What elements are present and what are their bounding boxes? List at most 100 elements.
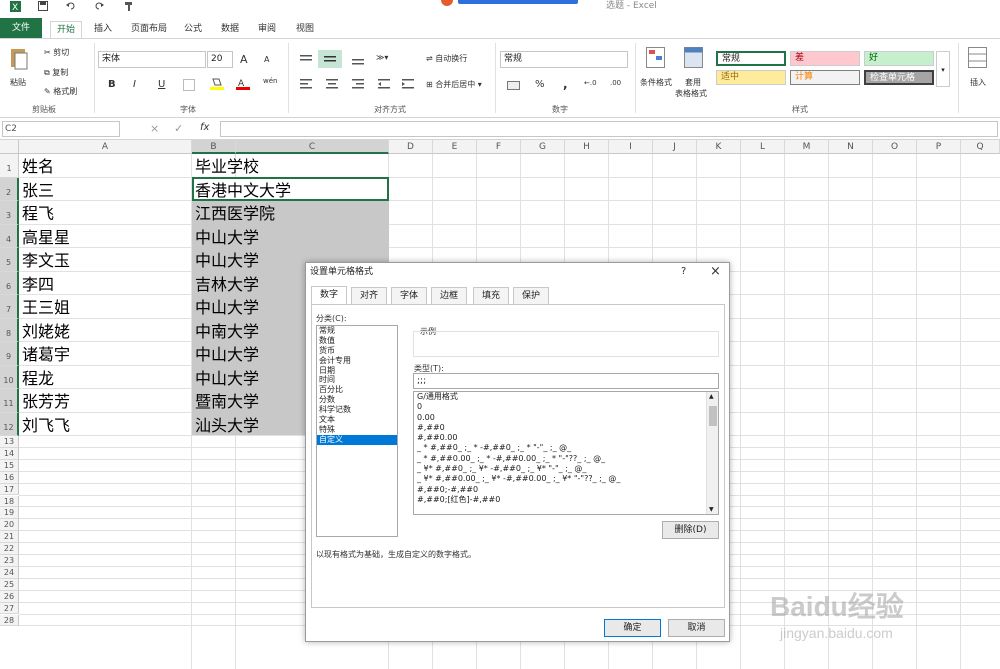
decrease-indent-icon[interactable] <box>378 79 390 92</box>
row-header-5[interactable]: 5 <box>0 248 19 272</box>
orientation-icon[interactable]: ≫▾ <box>376 53 388 62</box>
redo-icon[interactable] <box>92 0 106 12</box>
paste-button[interactable]: 粘贴 <box>10 77 26 88</box>
format-table-label-2[interactable]: 表格格式 <box>675 88 707 99</box>
insert-function-button[interactable]: fx <box>200 122 209 133</box>
column-header-c[interactable]: C <box>236 140 389 154</box>
italic-button[interactable]: I <box>133 79 136 90</box>
cell-school[interactable]: 香港中文大学 <box>195 179 291 202</box>
scroll-down-icon[interactable]: ▼ <box>709 506 714 513</box>
dialog-tab-border[interactable]: 边框 <box>431 287 468 304</box>
dialog-tab-number[interactable]: 数字 <box>311 286 348 305</box>
brush-icon[interactable] <box>122 0 136 12</box>
format-painter-button[interactable]: ✎ 格式刷 <box>44 86 77 97</box>
cell-name[interactable]: 张芳芳 <box>22 390 70 413</box>
category-item[interactable]: 会计专用 <box>317 356 397 366</box>
format-item[interactable]: 0.00 <box>414 413 718 423</box>
font-name-select[interactable]: 宋体 <box>98 51 206 68</box>
dialog-tab-protection[interactable]: 保护 <box>513 287 550 304</box>
cell-school[interactable]: 中山大学 <box>195 367 259 390</box>
font-color-icon[interactable]: A <box>236 77 250 94</box>
category-item[interactable]: 文本 <box>317 415 397 425</box>
category-item[interactable]: 时间 <box>317 375 397 385</box>
row-header-23[interactable]: 23 <box>0 555 19 567</box>
category-item[interactable]: 百分比 <box>317 385 397 395</box>
styles-more-icon[interactable]: ▾ <box>936 51 950 87</box>
category-item[interactable]: 分数 <box>317 395 397 405</box>
format-list[interactable]: G/通用格式 0 0.00 #,##0 #,##0.00 _ * #,##0_ ;_ * … <box>413 391 719 515</box>
format-item[interactable]: #,##0;[红色]-#,##0 <box>414 495 718 505</box>
tab-file[interactable]: 文件 <box>0 18 42 38</box>
undo-icon[interactable] <box>64 0 78 12</box>
font-size-select[interactable]: 20 <box>207 51 233 68</box>
cell-name[interactable]: 李文玉 <box>22 249 70 272</box>
close-dialog-button[interactable]: × <box>710 264 721 279</box>
cell-name[interactable]: 李四 <box>22 273 54 296</box>
cancel-button[interactable]: 取消 <box>668 619 725 637</box>
align-center-icon[interactable] <box>326 79 338 92</box>
row-header-20[interactable]: 20 <box>0 519 19 532</box>
row-header-14[interactable]: 14 <box>0 447 19 460</box>
tab-data[interactable]: 数据 <box>215 21 245 38</box>
formula-input[interactable] <box>220 121 998 137</box>
format-item[interactable]: _ * #,##0.00_ ;_ * -#,##0.00_ ;_ * "-"??… <box>414 454 718 464</box>
paste-icon[interactable] <box>8 47 30 71</box>
format-item[interactable]: _ ¥* #,##0_ ;_ ¥* -#,##0_ ;_ ¥* "-"_ ;_ … <box>414 464 718 474</box>
row-header-21[interactable]: 21 <box>0 531 19 544</box>
number-format-select[interactable]: 常规 <box>500 51 628 68</box>
align-top-icon[interactable] <box>300 55 312 68</box>
tab-review[interactable]: 审阅 <box>252 21 282 38</box>
format-table-label[interactable]: 套用 <box>685 77 701 88</box>
dialog-tab-alignment[interactable]: 对齐 <box>351 287 388 304</box>
cell-school[interactable]: 中南大学 <box>195 320 259 343</box>
format-item[interactable]: #,##0;-#,##0 <box>414 485 718 495</box>
cell-name[interactable]: 程飞 <box>22 202 54 225</box>
row-header-16[interactable]: 16 <box>0 471 19 484</box>
category-item[interactable]: 自定义 <box>317 434 397 445</box>
tab-page-layout[interactable]: 页面布局 <box>125 21 173 38</box>
row-header-13[interactable]: 13 <box>0 436 19 448</box>
insert-cells-icon[interactable] <box>968 47 988 72</box>
cell-name[interactable]: 刘姥姥 <box>22 320 70 343</box>
align-middle-button[interactable] <box>318 50 342 68</box>
row-header-11[interactable]: 11 <box>0 389 19 413</box>
style-check-cell[interactable]: 检查单元格 <box>864 70 934 85</box>
column-header-d[interactable]: D <box>389 140 433 154</box>
phonetic-button[interactable]: wén <box>263 77 277 85</box>
tab-formulas[interactable]: 公式 <box>178 21 208 38</box>
category-list[interactable]: 常规 数值 货币 会计专用 日期 时间 百分比 分数 科学记数 文本 特殊 自定义 <box>316 325 398 537</box>
fill-color-icon[interactable] <box>210 77 224 94</box>
row-header-1[interactable]: 1 <box>0 154 19 178</box>
underline-button[interactable]: U <box>158 79 165 90</box>
column-header-q[interactable]: Q <box>961 140 1000 154</box>
category-item[interactable]: 特殊 <box>317 425 397 435</box>
row-header-28[interactable]: 28 <box>0 614 19 627</box>
row-header-9[interactable]: 9 <box>0 342 19 366</box>
conditional-format-button[interactable]: 条件格式 <box>640 77 672 88</box>
increase-decimal-button[interactable]: ←.0 <box>584 79 597 87</box>
format-item[interactable]: G/通用格式 <box>414 392 718 402</box>
grow-font-button[interactable]: A <box>240 53 248 66</box>
align-right-icon[interactable] <box>352 79 364 92</box>
format-item[interactable]: #,##0.00 <box>414 433 718 443</box>
row-header-12[interactable]: 12 <box>0 412 19 436</box>
align-left-icon[interactable] <box>300 79 312 92</box>
row-header-15[interactable]: 15 <box>0 459 19 472</box>
row-header-10[interactable]: 10 <box>0 365 19 389</box>
style-neutral[interactable]: 适中 <box>716 70 786 85</box>
align-bottom-icon[interactable] <box>352 55 364 68</box>
column-header-h[interactable]: H <box>565 140 609 154</box>
format-item[interactable]: 0 <box>414 402 718 412</box>
format-item[interactable]: #,##0 <box>414 423 718 433</box>
row-header-22[interactable]: 22 <box>0 543 19 555</box>
cell-school[interactable]: 暨南大学 <box>195 390 259 413</box>
comma-button[interactable]: , <box>563 77 568 91</box>
column-header-a[interactable]: A <box>19 140 192 154</box>
currency-icon[interactable] <box>507 79 521 94</box>
confirm-entry-button[interactable]: ✓ <box>174 122 183 135</box>
style-good[interactable]: 好 <box>864 51 934 66</box>
category-item[interactable]: 日期 <box>317 366 397 376</box>
copy-button[interactable]: ⧉ 复制 <box>44 67 68 78</box>
style-calculation[interactable]: 计算 <box>790 70 860 85</box>
column-header-p[interactable]: P <box>917 140 961 154</box>
